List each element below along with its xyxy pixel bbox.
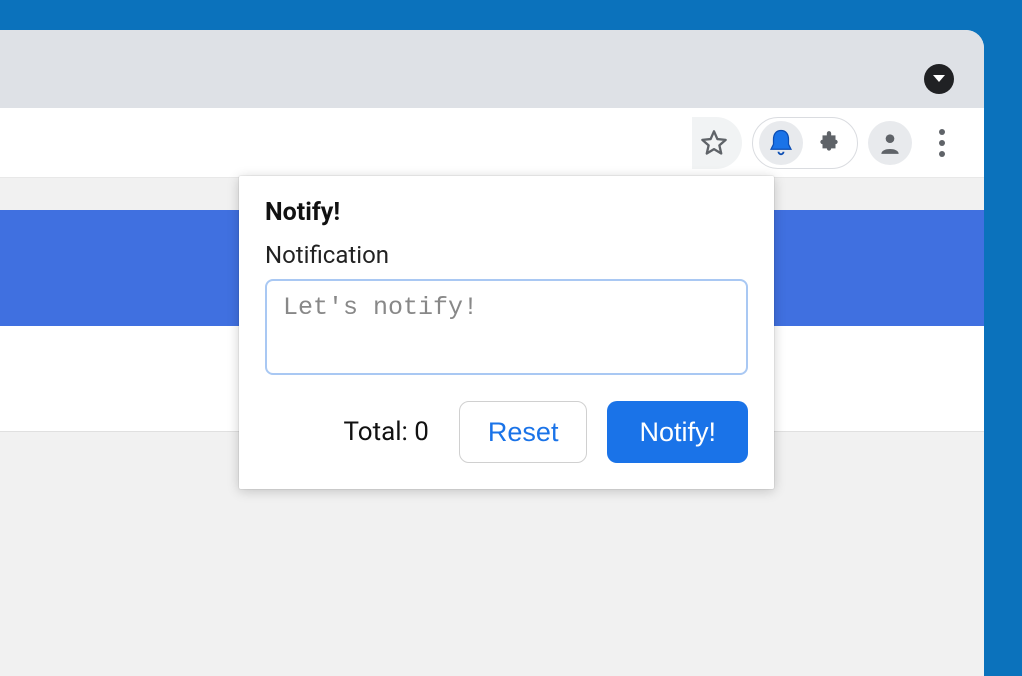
notification-input[interactable] bbox=[265, 279, 748, 375]
chevron-down-icon bbox=[932, 74, 946, 84]
puzzle-icon bbox=[816, 130, 842, 156]
menu-dot-icon bbox=[939, 129, 945, 135]
menu-dot-icon bbox=[939, 151, 945, 157]
notify-button[interactable]: Notify! bbox=[607, 401, 748, 463]
extension-popup: Notify! Notification Total: 0 Reset Noti… bbox=[239, 176, 774, 489]
extensions-button[interactable] bbox=[807, 121, 851, 165]
avatar-icon bbox=[877, 130, 903, 156]
toolbar-right bbox=[692, 108, 984, 177]
bell-icon bbox=[766, 128, 796, 158]
menu-dot-icon bbox=[939, 140, 945, 146]
browser-menu-button[interactable] bbox=[922, 121, 962, 165]
star-icon bbox=[700, 129, 728, 157]
notify-extension-button[interactable] bbox=[759, 121, 803, 165]
window-dropdown-button[interactable] bbox=[924, 64, 954, 94]
popup-title: Notify! bbox=[265, 198, 748, 227]
profile-button[interactable] bbox=[868, 121, 912, 165]
notification-label: Notification bbox=[265, 241, 748, 269]
reset-button[interactable]: Reset bbox=[459, 401, 588, 463]
tab-strip bbox=[0, 30, 984, 108]
total-label: Total: bbox=[343, 417, 414, 447]
browser-toolbar bbox=[0, 108, 984, 178]
total-counter: Total: 0 bbox=[343, 417, 428, 447]
address-bar-tail bbox=[692, 117, 742, 169]
bookmark-button[interactable] bbox=[692, 121, 736, 165]
total-value: 0 bbox=[414, 417, 429, 447]
popup-actions: Total: 0 Reset Notify! bbox=[265, 401, 748, 463]
extensions-capsule bbox=[752, 117, 858, 169]
